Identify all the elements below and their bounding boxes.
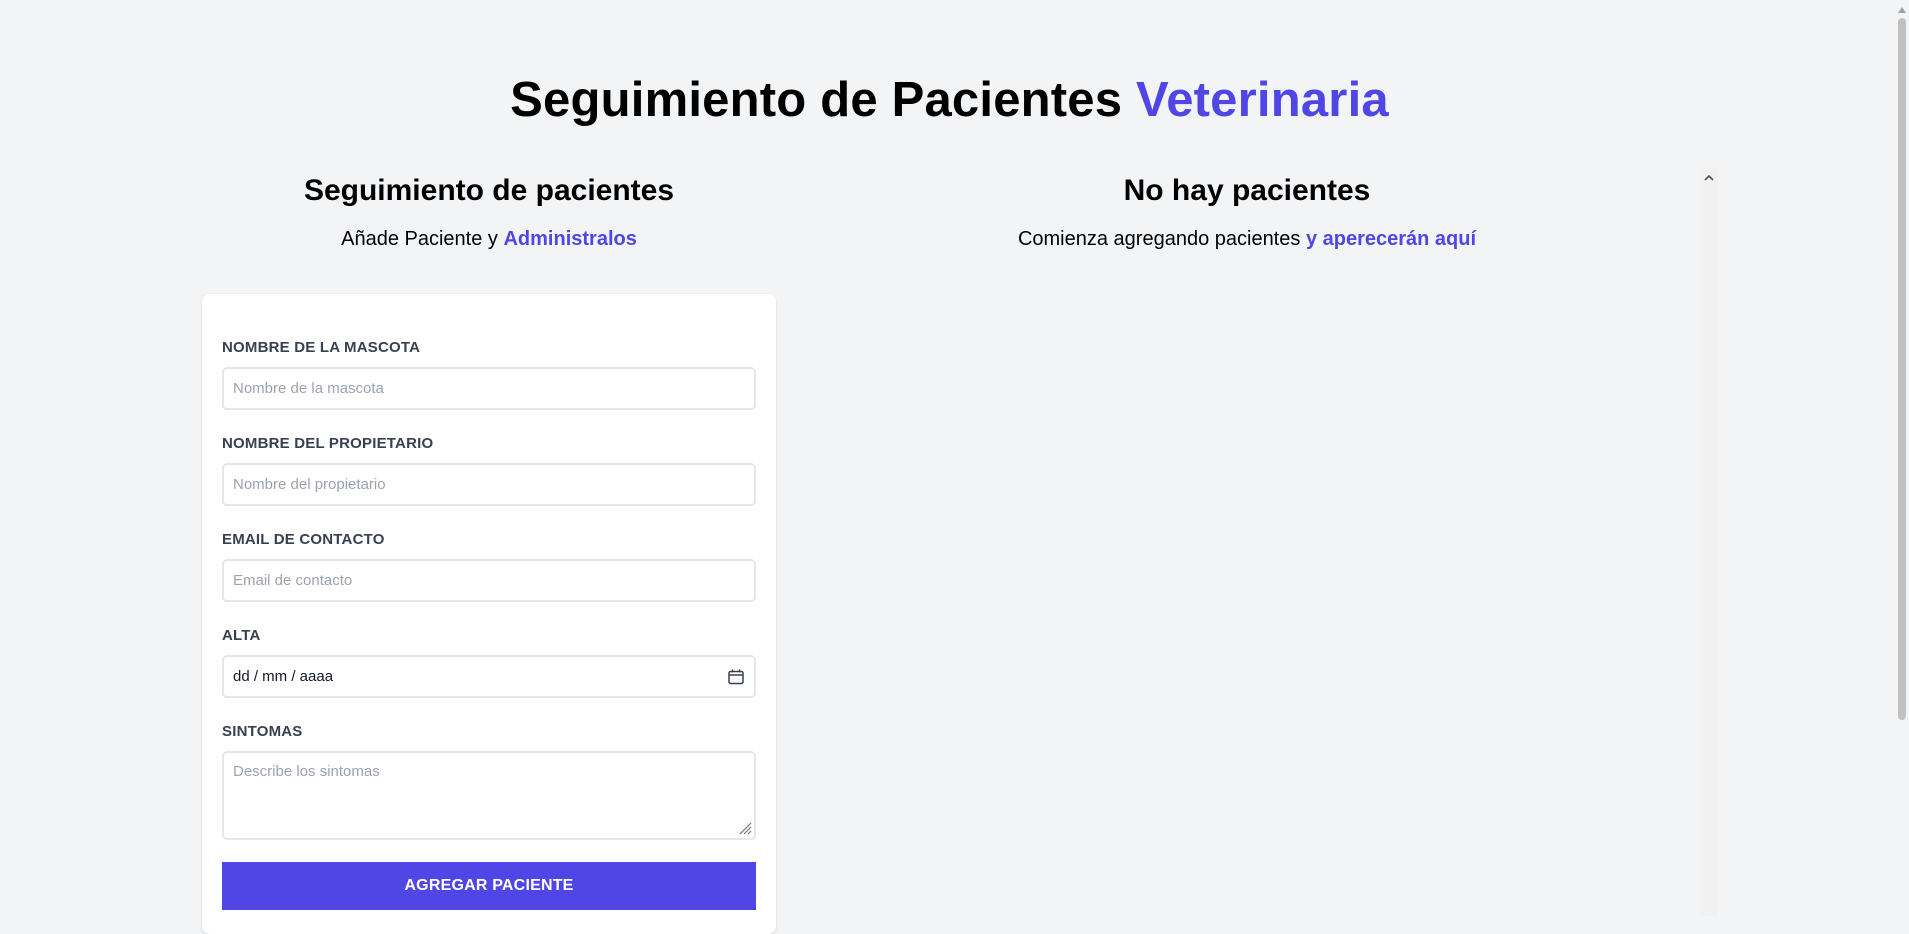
page-title-accent: Veterinaria [1136, 73, 1389, 127]
form-subtitle-text: Añade Paciente y [341, 228, 498, 250]
form-section-title: Seguimiento de pacientes [303, 174, 675, 207]
resize-handle-icon[interactable] [738, 821, 752, 835]
symptoms-label: SINTOMAS [222, 723, 303, 740]
patient-form: NOMBRE DE LA MASCOTA NOMBRE DEL PROPIETA… [202, 294, 776, 934]
add-patient-button[interactable]: AGREGAR PACIENTE [222, 862, 756, 910]
page-title: Seguimiento de Pacientes Veterinaria [0, 72, 1899, 128]
window-scrollbar-thumb[interactable] [1898, 18, 1906, 720]
email-input[interactable] [222, 559, 756, 602]
email-label: EMAIL DE CONTACTO [222, 531, 385, 548]
pet-name-input[interactable] [222, 367, 756, 410]
page-title-main: Seguimiento de Pacientes [510, 73, 1123, 127]
calendar-icon[interactable] [727, 668, 745, 686]
pet-name-label: NOMBRE DE LA MASCOTA [222, 339, 421, 356]
discharge-date-label: ALTA [222, 627, 261, 644]
discharge-date-input[interactable]: dd / mm / aaaa [222, 655, 756, 698]
symptoms-textarea[interactable] [222, 751, 756, 840]
form-section-subtitle: Añade Paciente y Administralos [202, 224, 776, 254]
form-subtitle-accent: Administralos [503, 228, 637, 250]
scroll-up-icon[interactable] [1700, 170, 1718, 186]
owner-name-label: NOMBRE DEL PROPIETARIO [222, 435, 434, 452]
list-subtitle-text: Comienza agregando pacientes [1017, 228, 1301, 250]
window-scroll-up-icon[interactable] [1897, 2, 1907, 13]
patient-list-scrollbar[interactable] [1700, 168, 1718, 916]
patient-list-section: No hay pacientes Comienza agregando paci… [880, 170, 1614, 254]
list-section-subtitle: Comienza agregando pacientes y aperecerá… [880, 224, 1614, 254]
form-section-header: Seguimiento de pacientes Añade Paciente … [202, 170, 776, 254]
owner-name-input[interactable] [222, 463, 756, 506]
date-format-text: dd / mm / aaaa [233, 668, 334, 685]
list-subtitle-accent: y aperecerán aquí [1305, 228, 1477, 250]
list-section-title: No hay pacientes [1123, 174, 1371, 207]
